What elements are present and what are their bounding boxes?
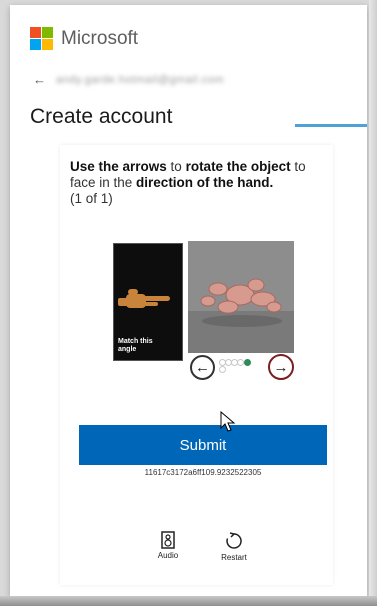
reference-label: Match this angle [118, 338, 153, 353]
instruction-count: (1 of 1) [70, 191, 113, 206]
restart-button[interactable]: Restart [209, 531, 259, 562]
captcha-instructions: Use the arrows to rotate the object to f… [70, 159, 330, 207]
progress-indicator [295, 124, 367, 127]
restart-icon [226, 532, 242, 549]
instruction-strong-direction: direction of the hand. [136, 175, 274, 190]
microsoft-logo: Microsoft [30, 27, 138, 50]
session-token: 11617c3172a6ff109.9232522305 [144, 468, 262, 477]
object-image [188, 241, 294, 353]
window-edge [369, 0, 377, 606]
brand-name: Microsoft [61, 27, 139, 49]
rotatable-object [188, 241, 294, 353]
submit-button[interactable]: Submit [79, 425, 327, 465]
instruction-strong-arrows: Use the arrows [70, 159, 167, 174]
signup-card: Microsoft ← andy.garde.hotmail@gmail.com… [10, 5, 367, 596]
microsoft-logo-icon [30, 27, 53, 50]
reference-image: Match this angle [113, 243, 183, 361]
audio-icon [161, 531, 175, 549]
account-email: andy.garde.hotmail@gmail.com [56, 73, 225, 86]
step-dots [219, 358, 255, 373]
back-arrow-icon[interactable]: ← [33, 72, 46, 87]
back-row[interactable]: ← andy.garde.hotmail@gmail.com [33, 72, 224, 87]
mouse-cursor-icon [220, 411, 236, 432]
right-arrow-button[interactable]: → [268, 354, 294, 380]
left-arrow-icon: ← [195, 359, 210, 376]
window-bottom-edge [0, 596, 377, 606]
step-dot [237, 359, 244, 366]
captcha-challenge: Use the arrows to rotate the object to f… [60, 145, 333, 585]
right-arrow-icon: → [273, 358, 289, 376]
instruction-text-1: to [166, 159, 186, 174]
page-title: Create account [30, 105, 173, 128]
step-dot-active [244, 359, 251, 366]
step-dot [219, 366, 226, 373]
instruction-strong-rotate: rotate the object [185, 159, 291, 174]
audio-label: Audio [157, 551, 179, 560]
restart-label: Restart [221, 553, 247, 562]
left-arrow-button[interactable]: ← [190, 355, 215, 380]
audio-button[interactable]: Audio [143, 531, 193, 560]
